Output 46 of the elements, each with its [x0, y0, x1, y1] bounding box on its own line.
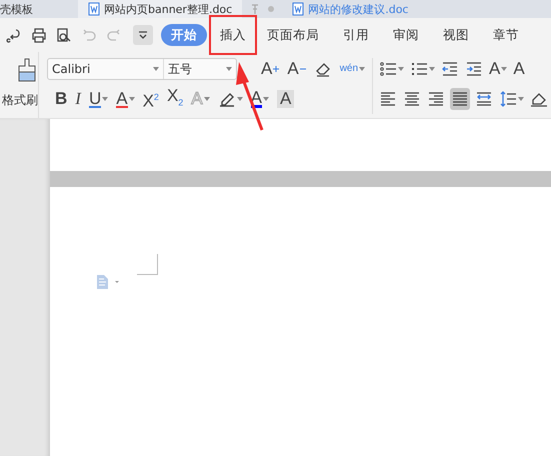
ribbon-tab[interactable]: 引用 — [331, 24, 381, 46]
ribbon-tab[interactable]: 章节 — [481, 24, 531, 46]
tab-title: 网站的修改建议.doc — [308, 2, 408, 16]
document-tab[interactable]: 壳模板 — [0, 0, 78, 18]
paintbrush-icon[interactable] — [16, 58, 38, 84]
right-icon — [427, 90, 446, 108]
glyph-tool[interactable]: X$^{2}$ — [140, 88, 161, 110]
document-icon — [88, 2, 100, 16]
distribute-icon — [475, 90, 494, 108]
center-icon — [403, 90, 422, 108]
chevron-icon — [138, 31, 148, 39]
minus-icon — [300, 66, 306, 72]
bullets-icon — [379, 60, 398, 78]
ribbon-tab[interactable]: 审阅 — [381, 24, 431, 46]
shade-tool[interactable]: A — [274, 88, 296, 110]
shrink-tool[interactable]: A — [285, 58, 308, 80]
linespacing-icon — [499, 90, 518, 108]
justify-icon — [451, 90, 470, 108]
spacing-tool[interactable]: A — [488, 58, 508, 80]
indent-icon — [465, 60, 484, 78]
ribbon-tab[interactable]: 插入 — [211, 17, 255, 53]
glyph-tool[interactable]: X$_{2}$ — [164, 88, 186, 110]
dot-icon[interactable] — [268, 6, 274, 12]
ribbon-tab[interactable]: 页面布局 — [255, 24, 331, 46]
plus-icon — [273, 66, 280, 72]
strike-tool[interactable]: A — [114, 88, 137, 110]
justify-tool[interactable] — [450, 88, 470, 110]
pinyin-tool[interactable]: wén — [338, 58, 368, 80]
underline-tool[interactable]: U — [86, 88, 110, 110]
document-icon — [292, 2, 304, 16]
preview-icon[interactable] — [56, 27, 72, 43]
format-painter-label[interactable]: 格式刷 — [2, 92, 38, 109]
ribbon-tab[interactable]: 视图 — [431, 24, 481, 46]
numbering-icon — [410, 60, 428, 78]
glyph-tool[interactable]: I — [73, 88, 83, 110]
margin-corner-mark — [137, 254, 158, 275]
left-icon — [379, 90, 398, 108]
tab-title: 壳模板 — [0, 2, 33, 16]
grow-tool[interactable]: A — [259, 58, 282, 80]
sort-tool[interactable]: A — [512, 58, 526, 80]
glyph-tool[interactable]: B — [53, 88, 70, 110]
outdent-icon — [441, 60, 460, 78]
print-icon[interactable] — [31, 27, 47, 43]
document-tab[interactable]: 网站内页banner整理.doc — [78, 0, 242, 18]
tab-title: 网站内页banner整理.doc — [104, 2, 232, 16]
more-button[interactable] — [133, 25, 153, 45]
